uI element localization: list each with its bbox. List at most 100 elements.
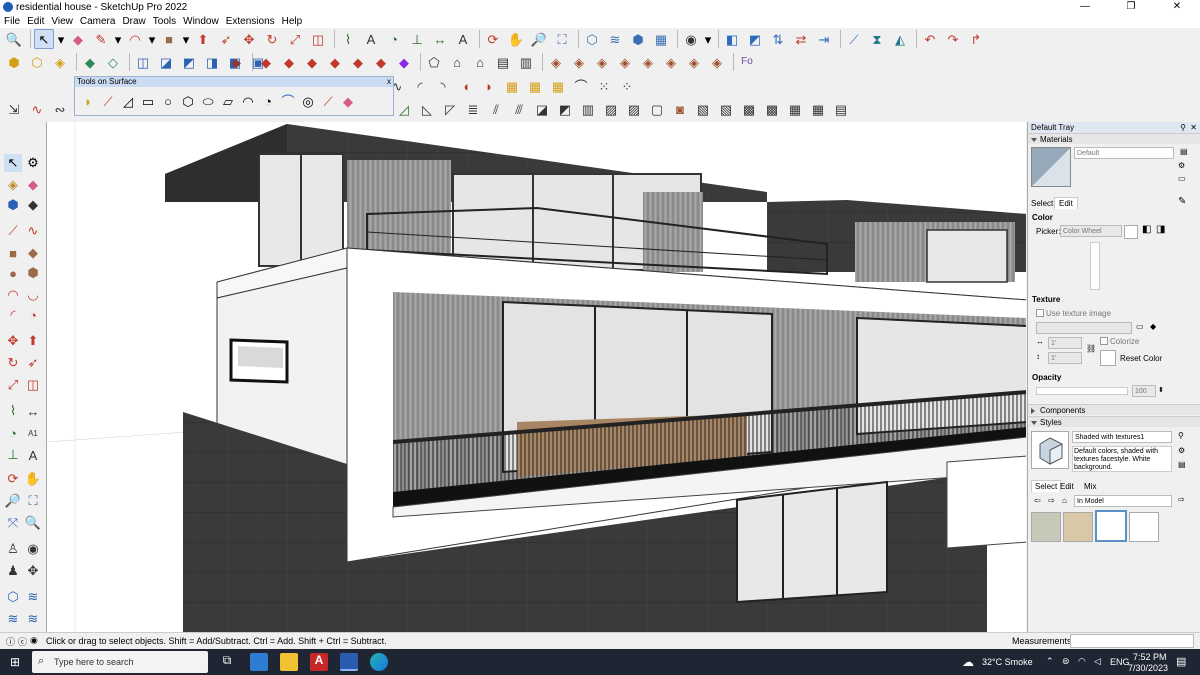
colorize-checkbox[interactable]	[1100, 337, 1108, 345]
left-tag-icon[interactable]: ⬢	[4, 196, 22, 214]
left-tape-icon[interactable]: ⌇	[4, 402, 22, 420]
zoom-icon[interactable]: 🔍	[4, 29, 24, 49]
hatch-2-icon[interactable]: ▨	[624, 99, 644, 119]
text-tool-icon[interactable]: A	[361, 29, 381, 49]
tray-overflow-icon[interactable]: ⌃	[1046, 656, 1054, 667]
iso-view-icon[interactable]: ⬢	[4, 52, 24, 72]
undo-icon[interactable]: ↶	[920, 29, 940, 49]
pan-icon[interactable]: ✋	[506, 29, 526, 49]
reset-color-swatch[interactable]	[1100, 350, 1116, 366]
value-slider[interactable]	[1090, 242, 1100, 290]
left-paint-icon[interactable]: ◈	[4, 176, 22, 194]
close-floating-toolbar-button[interactable]: x	[387, 77, 391, 87]
left-previous-icon[interactable]: 🔍	[24, 514, 42, 532]
left-rectangle-icon[interactable]: ■	[4, 244, 22, 262]
flip-icon[interactable]: ⇅	[768, 29, 788, 49]
orbit-icon[interactable]: ⟳	[483, 29, 503, 49]
surface-parallelogram-icon[interactable]: ▱	[219, 92, 237, 110]
menu-extensions[interactable]: Extensions	[226, 16, 275, 27]
styles-tab-mix[interactable]: Mix	[1084, 482, 1096, 491]
hatch-5-icon[interactable]: ▩	[739, 99, 759, 119]
style-name-field[interactable]: Shaded with textures1	[1072, 431, 1172, 443]
fredo-icon[interactable]: Fo	[737, 52, 757, 72]
extension-warehouse-icon[interactable]: ≋	[605, 29, 625, 49]
lines2tubes-icon[interactable]: ◿	[394, 99, 414, 119]
grid-2-icon[interactable]: ▦	[525, 76, 545, 96]
pencil-dropdown-icon[interactable]: ▾	[114, 29, 122, 49]
surface-circle-icon[interactable]: ○	[159, 92, 177, 110]
left-eraser-icon[interactable]: ◆	[24, 176, 42, 194]
style-collection-select[interactable]: In Model	[1074, 495, 1172, 507]
view-back-icon[interactable]: ◆	[325, 52, 345, 72]
arc-dropdown-icon[interactable]: ▾	[148, 29, 156, 49]
smoove-icon[interactable]: ◆	[394, 52, 414, 72]
left-position-camera-icon[interactable]: ♙	[4, 540, 22, 558]
hidden-line-icon[interactable]: ◨	[202, 52, 222, 72]
solid-cube-icon[interactable]: ◈	[50, 52, 70, 72]
left-circle-icon[interactable]: ●	[4, 264, 22, 282]
left-line-icon[interactable]: ⟋	[4, 222, 22, 240]
left-3pt-arc-icon[interactable]: ◜	[4, 306, 22, 324]
building-icon[interactable]: ▤	[493, 52, 513, 72]
left-zoom-window-icon[interactable]: ⛶	[24, 492, 42, 510]
left-make-component-icon[interactable]: ⚙	[24, 154, 42, 172]
windows-start-icon[interactable]: ⊞	[10, 655, 20, 669]
house-outline-icon[interactable]: ⌂	[470, 52, 490, 72]
left-zoom-extents-icon[interactable]: ⤧	[4, 514, 22, 532]
styles-tab-select[interactable]: Select	[1031, 480, 1062, 492]
surface-sector-icon[interactable]: ◔	[259, 92, 277, 110]
material-swatch[interactable]	[1031, 147, 1071, 187]
clock-date[interactable]: 7/30/2023	[1128, 663, 1168, 673]
dots-icon[interactable]: ⁙	[594, 76, 614, 96]
surface-make-face-icon[interactable]: ⟋	[319, 92, 337, 110]
menu-camera[interactable]: Camera	[80, 16, 116, 27]
left-scale-icon[interactable]: ⤢	[4, 376, 22, 394]
user-icon[interactable]: ◉	[30, 635, 38, 646]
xray-icon[interactable]: ◫	[133, 52, 153, 72]
uv-icon[interactable]: ◈	[661, 52, 681, 72]
surface-arc-icon[interactable]: ◠	[239, 92, 257, 110]
account-dropdown-icon[interactable]: ▾	[704, 29, 712, 49]
maximize-button[interactable]: ❐	[1108, 0, 1154, 14]
protractor-icon[interactable]: ◔	[384, 29, 404, 49]
view-bottom-icon[interactable]: ◆	[371, 52, 391, 72]
left-pan-icon[interactable]: ✋	[24, 470, 42, 488]
styles-section-header[interactable]: Styles	[1028, 416, 1200, 427]
left-extension-icon[interactable]: ≋	[24, 588, 42, 606]
materials-section-header[interactable]: Materials	[1028, 133, 1200, 144]
grid-3-icon[interactable]: ▦	[548, 76, 568, 96]
match-color-icon[interactable]: ◧	[1142, 224, 1151, 235]
offset-icon[interactable]: ◫	[308, 29, 328, 49]
use-texture-checkbox[interactable]	[1036, 309, 1044, 317]
style-swatch-4[interactable]	[1129, 512, 1159, 542]
tray-close-icon[interactable]: ✕	[1190, 122, 1197, 133]
material-name-field[interactable]: Default	[1074, 147, 1174, 159]
share-model-icon[interactable]: ⬢	[628, 29, 648, 49]
surface-offset-icon[interactable]: ◿	[119, 92, 137, 110]
hatch-icon[interactable]: ▨	[601, 99, 621, 119]
left-rotated-rect-icon[interactable]: ◆	[24, 244, 42, 262]
details-arrow-icon[interactable]: ⇨	[1178, 495, 1185, 504]
account-icon[interactable]: ◉	[681, 29, 701, 49]
create-material-icon[interactable]: ⚙	[1178, 161, 1185, 170]
left-2pt-arc-icon[interactable]: ◡	[24, 286, 42, 304]
left-text-icon[interactable]: A1	[24, 424, 42, 442]
left-3d-text-icon[interactable]: A	[24, 446, 42, 464]
clock-time[interactable]: 7:52 PM	[1133, 652, 1167, 662]
section-plane-icon[interactable]: ◧	[722, 29, 742, 49]
dimension-arrow-icon[interactable]: ⇲	[4, 99, 24, 119]
surface-curve-icon[interactable]: ◎	[299, 92, 317, 110]
left-axes-icon[interactable]: ⊥	[4, 446, 22, 464]
hatch-8-icon[interactable]: ▦	[808, 99, 828, 119]
create-style-icon[interactable]: ⚙	[1178, 446, 1185, 455]
info-icon[interactable]: ⓘ	[6, 635, 15, 648]
chamfer-icon[interactable]: ◝	[433, 76, 453, 96]
shape-bender-icon[interactable]: ◺	[417, 99, 437, 119]
left-freehand-icon[interactable]: ∿	[24, 222, 42, 240]
tape-measure-icon[interactable]: ⌇	[338, 29, 358, 49]
solid-tools-icon[interactable]: ◩	[745, 29, 765, 49]
menu-edit[interactable]: Edit	[27, 16, 44, 27]
forward-arrow-icon[interactable]: ⇨	[1048, 496, 1055, 505]
sandbox-icon[interactable]: ◆	[226, 52, 246, 72]
sketchup-app-icon[interactable]	[340, 653, 358, 671]
